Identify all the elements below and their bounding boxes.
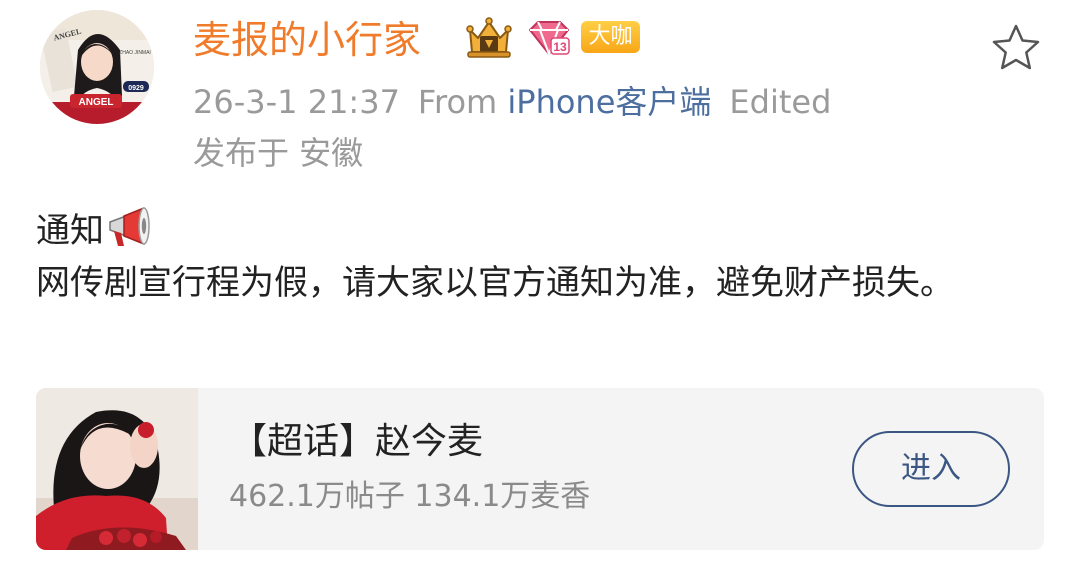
avatar-text-name: ZHAO JINMAI (119, 50, 151, 56)
star-outline-icon[interactable] (990, 22, 1042, 72)
source-prefix: From (417, 83, 498, 121)
post-timestamp: 26-3-1 21:37 (193, 83, 400, 121)
supertopic-card[interactable]: 【超话】赵今麦 462.1万帖子 134.1万麦香 进入 (36, 388, 1044, 550)
post-location: 发布于 安徽 (193, 134, 364, 172)
author-avatar[interactable]: ANGEL ANGEL ZHAO JINMAI 0929 (40, 10, 154, 124)
post-content: 通知 网传剧宣行程为假，请大家以官方通知为准，避免财产损失。 (36, 205, 996, 309)
avatar-text-date: 0929 (128, 85, 144, 92)
source-link[interactable]: iPhone客户端 (507, 83, 711, 121)
content-heading: 通知 (36, 211, 104, 251)
author-name[interactable]: 麦报的小行家 (193, 14, 421, 66)
supertopic-thumbnail (36, 388, 198, 550)
megaphone-emoji-icon (109, 207, 150, 246)
svg-text:13: 13 (553, 40, 567, 54)
enter-supertopic-button[interactable]: 进入 (852, 431, 1010, 507)
gem-badge-icon[interactable]: 13 (526, 18, 572, 58)
avatar-text-angel-bottom: ANGEL (79, 97, 114, 108)
post-meta: 26-3-1 21:37 From iPhone客户端 Edited (193, 80, 831, 124)
supertopic-title[interactable]: 【超话】赵今麦 (231, 418, 483, 466)
supertopic-stats: 462.1万帖子 134.1万麦香 (229, 479, 591, 514)
edited-label[interactable]: Edited (729, 83, 831, 121)
post-content-body: 网传剧宣行程为假，请大家以官方通知为准，避免财产损失。 (36, 263, 954, 303)
avatar-image: ANGEL ANGEL ZHAO JINMAI 0929 (40, 10, 154, 124)
vip-badge[interactable]: 大咖 (581, 21, 640, 53)
post-content-line1: 通知 (36, 205, 996, 257)
crown-badge-icon[interactable] (462, 16, 516, 60)
